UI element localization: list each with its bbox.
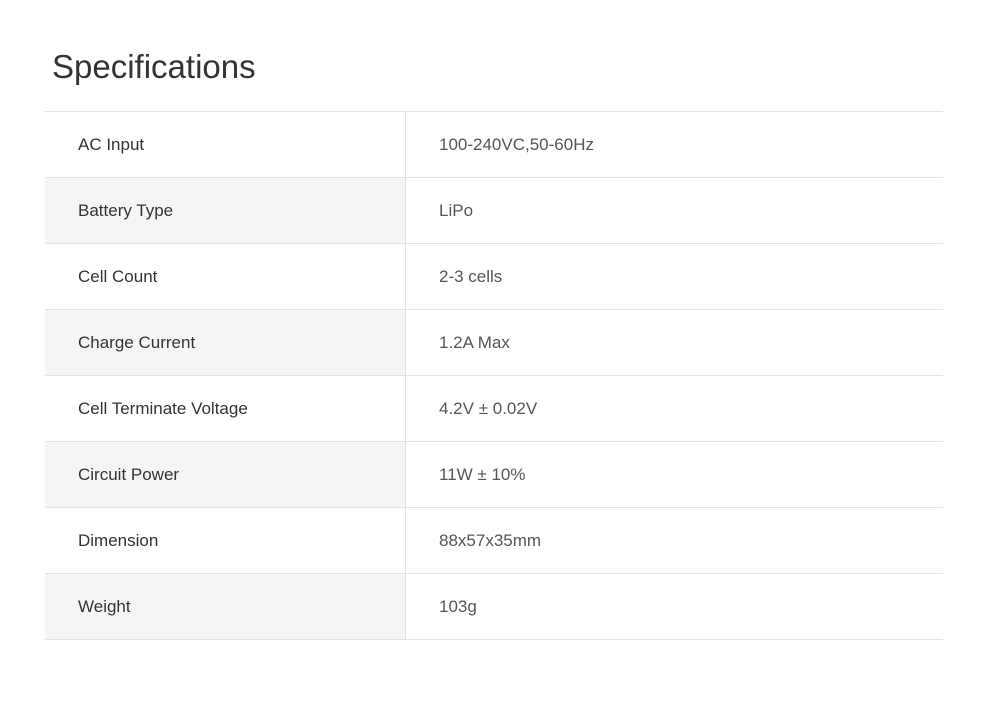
spec-value: 1.2A Max — [405, 309, 943, 376]
table-row: Charge Current 1.2A Max — [45, 309, 943, 376]
spec-label: Cell Terminate Voltage — [45, 375, 406, 442]
table-row: Circuit Power 11W ± 10% — [45, 441, 943, 508]
spec-label: AC Input — [45, 111, 406, 178]
table-row: Cell Count 2-3 cells — [45, 243, 943, 310]
spec-label: Circuit Power — [45, 441, 406, 508]
table-row: Battery Type LiPo — [45, 177, 943, 244]
table-row: Cell Terminate Voltage 4.2V ± 0.02V — [45, 375, 943, 442]
table-row: AC Input 100-240VC,50-60Hz — [45, 111, 943, 178]
spec-label: Battery Type — [45, 177, 406, 244]
spec-value: 100-240VC,50-60Hz — [405, 111, 943, 178]
table-row: Dimension 88x57x35mm — [45, 507, 943, 574]
spec-value: 11W ± 10% — [405, 441, 943, 508]
spec-value: LiPo — [405, 177, 943, 244]
spec-label: Dimension — [45, 507, 406, 574]
spec-value: 4.2V ± 0.02V — [405, 375, 943, 442]
spec-value: 103g — [405, 573, 943, 640]
spec-value: 88x57x35mm — [405, 507, 943, 574]
spec-value: 2-3 cells — [405, 243, 943, 310]
spec-label: Weight — [45, 573, 406, 640]
spec-label: Charge Current — [45, 309, 406, 376]
specifications-table: AC Input 100-240VC,50-60Hz Battery Type … — [45, 111, 943, 640]
table-row: Weight 103g — [45, 573, 943, 640]
page-title: Specifications — [52, 48, 256, 85]
spec-label: Cell Count — [45, 243, 406, 310]
